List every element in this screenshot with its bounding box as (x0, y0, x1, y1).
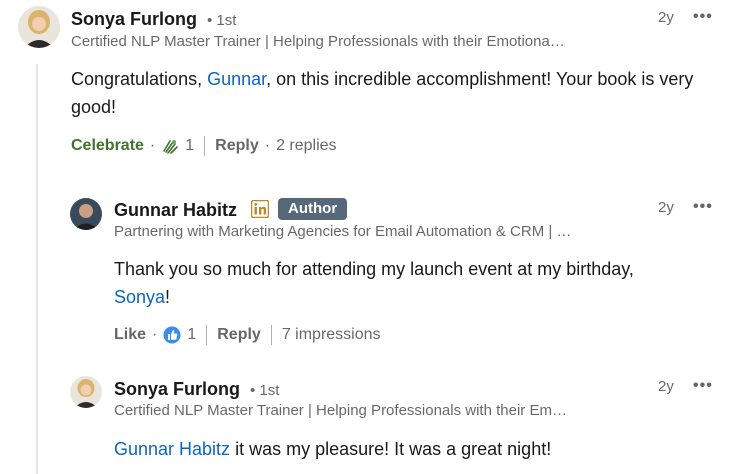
commenter-headline: Partnering with Marketing Agencies for E… (114, 223, 572, 240)
commenter-headline: Certified NLP Master Trainer | Helping P… (71, 33, 565, 50)
thread-line (36, 64, 38, 474)
reply-button[interactable]: Reply (217, 326, 261, 344)
celebrate-button[interactable]: Celebrate (71, 137, 144, 155)
avatar[interactable] (70, 198, 102, 230)
comment-actions: Celebrate · 1 Reply · 2 replies (71, 136, 337, 156)
celebrate-icon (161, 137, 179, 155)
more-options-button[interactable]: ••• (693, 377, 713, 395)
connection-degree: • 1st (207, 12, 237, 29)
avatar[interactable] (18, 6, 60, 48)
comment-time: 2y (658, 378, 674, 395)
commenter-name[interactable]: Sonya Furlong (71, 9, 197, 30)
comment-text: Congratulations, Gunnar, on this incredi… (71, 65, 731, 121)
mention-link[interactable]: Gunnar (207, 69, 266, 89)
like-icon (163, 326, 181, 344)
commenter-name[interactable]: Gunnar Habitz (114, 200, 237, 221)
reaction-count[interactable]: 1 (185, 137, 194, 155)
more-options-button[interactable]: ••• (693, 8, 713, 26)
more-options-button[interactable]: ••• (693, 198, 713, 216)
mention-link[interactable]: Sonya (114, 287, 165, 307)
like-button[interactable]: Like (114, 326, 146, 344)
profile-photo-icon (18, 6, 60, 48)
reaction-count[interactable]: 1 (187, 326, 196, 344)
comment-actions: Like · 1 Reply 7 impressions (114, 325, 381, 345)
separator-dot: · (264, 137, 271, 154)
comment-time: 2y (658, 9, 674, 26)
divider (204, 136, 206, 156)
comment-text: Thank you so much for attending my launc… (114, 255, 634, 311)
connection-degree: • 1st (250, 382, 280, 399)
commenter-headline: Certified NLP Master Trainer | Helping P… (114, 402, 567, 419)
profile-photo-icon (70, 198, 102, 230)
author-badge: Author (278, 198, 348, 220)
comment-text: Gunnar Habitz it was my pleasure! It was… (114, 435, 714, 463)
commenter-name[interactable]: Sonya Furlong (114, 379, 240, 400)
mention-link[interactable]: Gunnar Habitz (114, 439, 230, 459)
separator-dot: · (152, 326, 158, 343)
replies-link[interactable]: 2 replies (276, 137, 336, 155)
comment-time: 2y (658, 199, 674, 216)
reply-button[interactable]: Reply (215, 137, 259, 155)
comment-text-post: it was my pleasure! It was a great night… (230, 439, 552, 459)
comment-text-pre: Congratulations, (71, 69, 208, 89)
impressions-count: 7 impressions (281, 326, 381, 343)
linkedin-premium-icon (251, 200, 269, 218)
divider (206, 325, 208, 345)
avatar[interactable] (70, 376, 102, 408)
separator-dot: · (149, 137, 156, 154)
divider (270, 325, 272, 345)
comment-text-post: ! (165, 287, 171, 307)
comment-text-pre: Thank you so much for attending my launc… (114, 259, 634, 279)
profile-photo-icon (70, 376, 102, 408)
